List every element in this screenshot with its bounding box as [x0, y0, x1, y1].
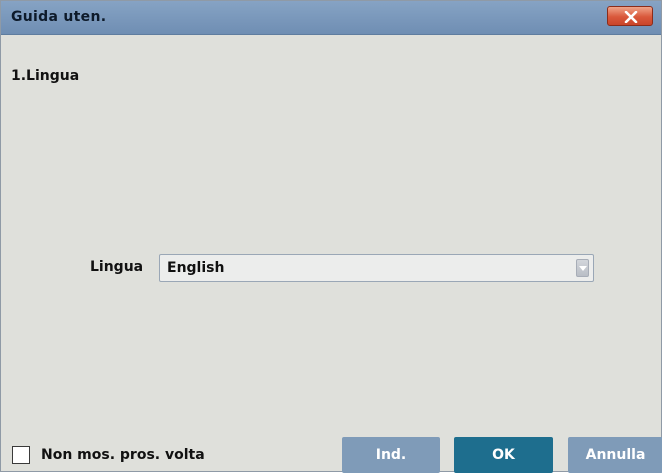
dropdown-button[interactable] [576, 259, 589, 277]
title-bar[interactable]: Guida uten. [1, 1, 661, 35]
close-button[interactable] [607, 6, 653, 26]
cancel-button[interactable]: Annulla [568, 437, 662, 473]
dont-show-again-label[interactable]: Non mos. pros. volta [41, 445, 205, 465]
chevron-down-icon [579, 266, 587, 271]
language-selected-value: English [167, 260, 225, 276]
dont-show-again-checkbox[interactable] [12, 446, 30, 464]
close-icon [624, 11, 638, 23]
step-heading: 1.Lingua [11, 68, 80, 84]
index-button[interactable]: Ind. [342, 437, 440, 473]
language-label: Lingua [90, 259, 144, 275]
ok-button[interactable]: OK [454, 437, 553, 473]
language-select[interactable]: English [159, 254, 594, 282]
window-title: Guida uten. [11, 9, 107, 25]
user-guide-dialog: Guida uten. 1.Lingua Lingua English Non … [0, 0, 662, 473]
